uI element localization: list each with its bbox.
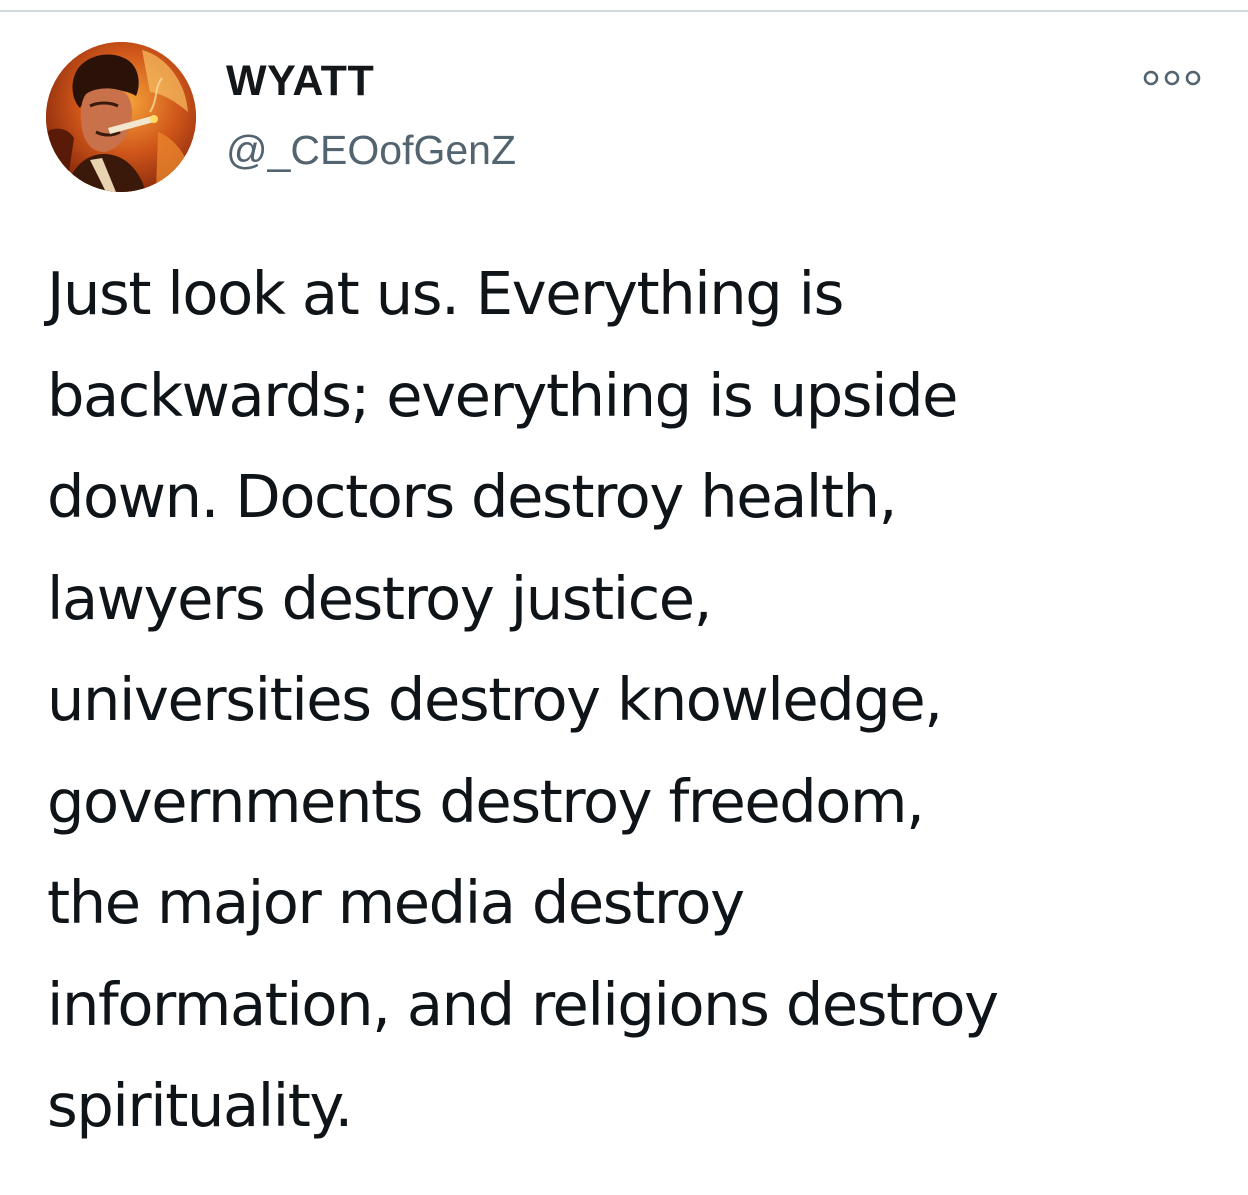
avatar-image: [46, 42, 196, 192]
author-handle[interactable]: @_CEOofGenZ: [226, 127, 516, 173]
tweet-card: WYATT @_CEOofGenZ Just look at us. Every…: [0, 0, 1248, 1195]
author-name[interactable]: WYATT: [226, 57, 374, 105]
author-avatar[interactable]: [46, 42, 196, 192]
more-options-icon: [1143, 70, 1201, 86]
tweet-text: Just look at us. Everything is backwards…: [47, 259, 999, 1140]
more-options-button[interactable]: [1142, 66, 1202, 90]
top-divider: [0, 10, 1248, 12]
